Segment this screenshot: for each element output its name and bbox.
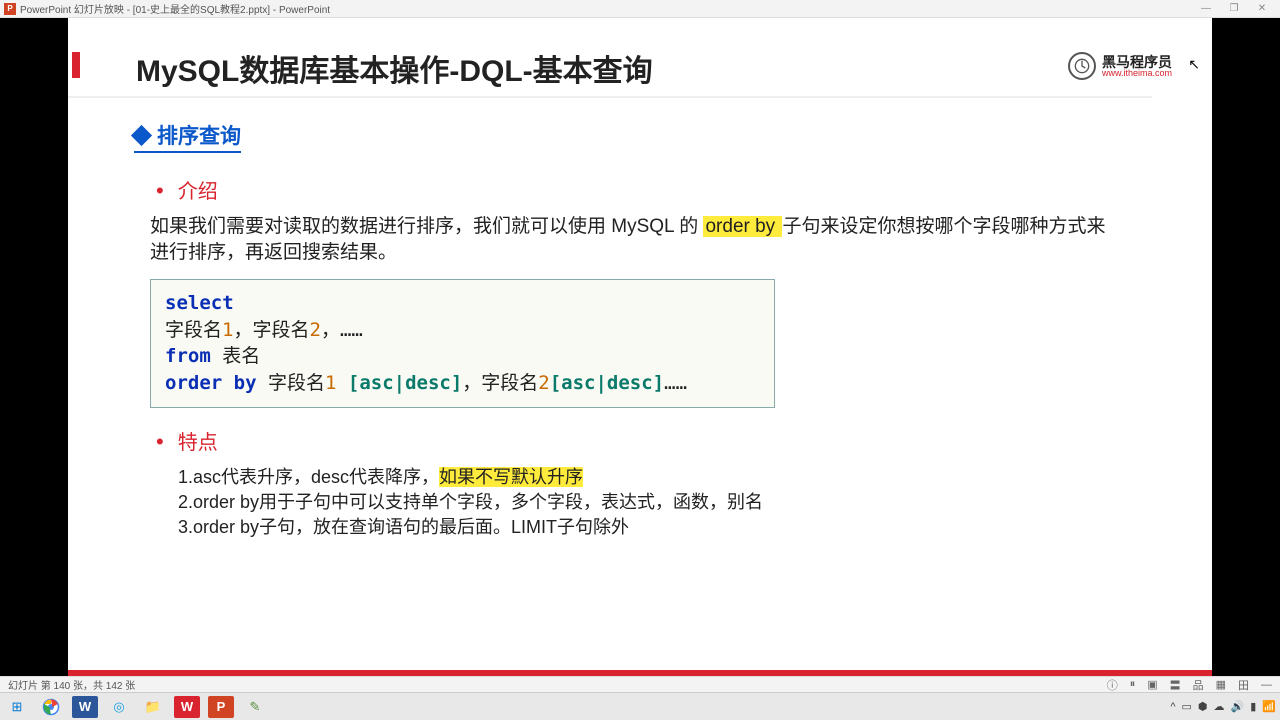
code-text: ，…… <box>321 319 363 341</box>
section-heading: 排序查询 <box>134 120 241 153</box>
kw-select: select <box>165 292 234 314</box>
status-icon[interactable]: 〓 <box>1170 677 1181 693</box>
list-item: 1.asc代表升序，desc代表降序，如果不写默认升序 <box>178 465 1152 490</box>
sql-code-block: select 字段名1，字段名2，…… from 表名 order by 字段名… <box>150 279 775 407</box>
start-button[interactable]: ⊞ <box>4 696 30 718</box>
code-num: 2 <box>538 372 549 394</box>
word-icon[interactable]: W <box>72 696 98 718</box>
feature-list: 1.asc代表升序，desc代表降序，如果不写默认升序 2.order by用于… <box>178 465 1152 541</box>
highlight-order-by: order by <box>703 216 782 237</box>
powerpoint-icon: P <box>4 3 16 15</box>
kw-orderby: order by <box>165 372 257 394</box>
code-text: ，字段名 <box>462 372 538 394</box>
tray-volume-icon[interactable]: 🔊 <box>1231 700 1245 713</box>
window-title: PowerPoint 幻灯片放映 - [01-史上最全的SQL教程2.pptx]… <box>20 1 330 16</box>
intro-paragraph: 如果我们需要对读取的数据进行排序，我们就可以使用 MySQL 的 order b… <box>150 214 1112 265</box>
app-icon[interactable]: ✎ <box>242 696 268 718</box>
highlight-default-asc: 如果不写默认升序 <box>439 467 583 487</box>
status-icon[interactable]: ⓘ <box>1107 677 1118 693</box>
tray-chevron-icon[interactable]: ^ <box>1170 701 1175 713</box>
powerpoint-taskbar-icon[interactable]: P <box>208 696 234 718</box>
slide[interactable]: ↖ MySQL数据库基本操作-DQL-基本查询 黑马程序员 www.itheim… <box>68 18 1212 676</box>
code-text: 字段名 <box>257 372 325 394</box>
mouse-cursor-icon: ↖ <box>1188 56 1200 73</box>
slide-content: 排序查询 介绍 如果我们需要对读取的数据进行排序，我们就可以使用 MySQL 的… <box>68 98 1212 540</box>
browser-icon[interactable]: ◎ <box>106 696 132 718</box>
subheading-intro: 介绍 <box>156 175 1152 204</box>
brand-name: 黑马程序员 <box>1102 55 1172 69</box>
code-bracket: [asc|desc] <box>348 372 462 394</box>
section-heading-text: 排序查询 <box>157 120 241 150</box>
brand-logo-icon <box>1068 52 1096 80</box>
code-bracket: [asc|desc] <box>550 372 664 394</box>
presentation-stage: ↖ MySQL数据库基本操作-DQL-基本查询 黑马程序员 www.itheim… <box>0 18 1280 676</box>
code-num: 1 <box>222 319 233 341</box>
tray-icon[interactable]: ▭ <box>1182 700 1192 713</box>
file-explorer-icon[interactable]: 📁 <box>140 696 166 718</box>
close-button[interactable]: ✕ <box>1248 3 1276 14</box>
slide-title: MySQL数据库基本操作-DQL-基本查询 <box>136 46 653 90</box>
code-text: ，字段名 <box>233 319 309 341</box>
list-item: 2.order by用于子句中可以支持单个字段，多个字段，表达式，函数，别名 <box>178 490 1152 515</box>
status-icon[interactable]: 田 <box>1238 677 1249 693</box>
tray-network-icon[interactable]: 📶 <box>1262 700 1276 713</box>
status-icon[interactable]: ⏸ <box>1130 678 1136 691</box>
system-tray[interactable]: ^ ▭ ⬢ ☁ 🔊 ▮ 📶 <box>1170 700 1276 713</box>
taskbar: ⊞ W ◎ 📁 W P ✎ ^ ▭ ⬢ ☁ 🔊 ▮ 📶 <box>0 692 1280 720</box>
status-icon[interactable]: — <box>1261 679 1272 691</box>
slide-counter: 幻灯片 第 140 张，共 142 张 <box>8 677 135 692</box>
window-titlebar: P PowerPoint 幻灯片放映 - [01-史上最全的SQL教程2.ppt… <box>0 0 1280 18</box>
status-icon[interactable]: 品 <box>1193 677 1204 693</box>
status-icon[interactable]: ▣ <box>1147 678 1157 691</box>
code-text: …… <box>664 372 687 394</box>
code-text: 字段名 <box>165 319 222 341</box>
wps-icon[interactable]: W <box>174 696 200 718</box>
status-icon[interactable]: ▦ <box>1216 678 1226 691</box>
tray-battery-icon[interactable]: ▮ <box>1250 700 1256 713</box>
code-text: 表名 <box>211 345 260 367</box>
diamond-icon <box>131 124 152 145</box>
feat1-text: 1.asc代表升序，desc代表降序， <box>178 467 439 487</box>
code-num: 2 <box>309 319 320 341</box>
code-space <box>336 372 347 394</box>
kw-from: from <box>165 345 211 367</box>
slide-footer-bar <box>68 670 1212 676</box>
left-letterbox <box>0 18 68 676</box>
tray-icon[interactable]: ⬢ <box>1198 700 1208 713</box>
subheading-features: 特点 <box>156 426 1152 455</box>
code-num: 1 <box>325 372 336 394</box>
tray-icon[interactable]: ☁ <box>1214 700 1225 713</box>
status-bar: 幻灯片 第 140 张，共 142 张 ⓘ ⏸ ▣ 〓 品 ▦ 田 — <box>0 676 1280 692</box>
maximize-button[interactable]: ❐ <box>1220 3 1248 14</box>
slide-header: MySQL数据库基本操作-DQL-基本查询 <box>68 18 1152 98</box>
minimize-button[interactable]: — <box>1192 3 1220 14</box>
right-letterbox <box>1212 18 1280 676</box>
list-item: 3.order by子句，放在查询语句的最后面。LIMIT子句除外 <box>178 515 1152 540</box>
accent-bar <box>72 52 80 78</box>
chrome-icon[interactable] <box>38 696 64 718</box>
brand-block: 黑马程序员 www.itheima.com <box>1068 52 1172 80</box>
para-pre: 如果我们需要对读取的数据进行排序，我们就可以使用 MySQL 的 <box>150 216 703 237</box>
brand-url: www.itheima.com <box>1102 69 1172 78</box>
